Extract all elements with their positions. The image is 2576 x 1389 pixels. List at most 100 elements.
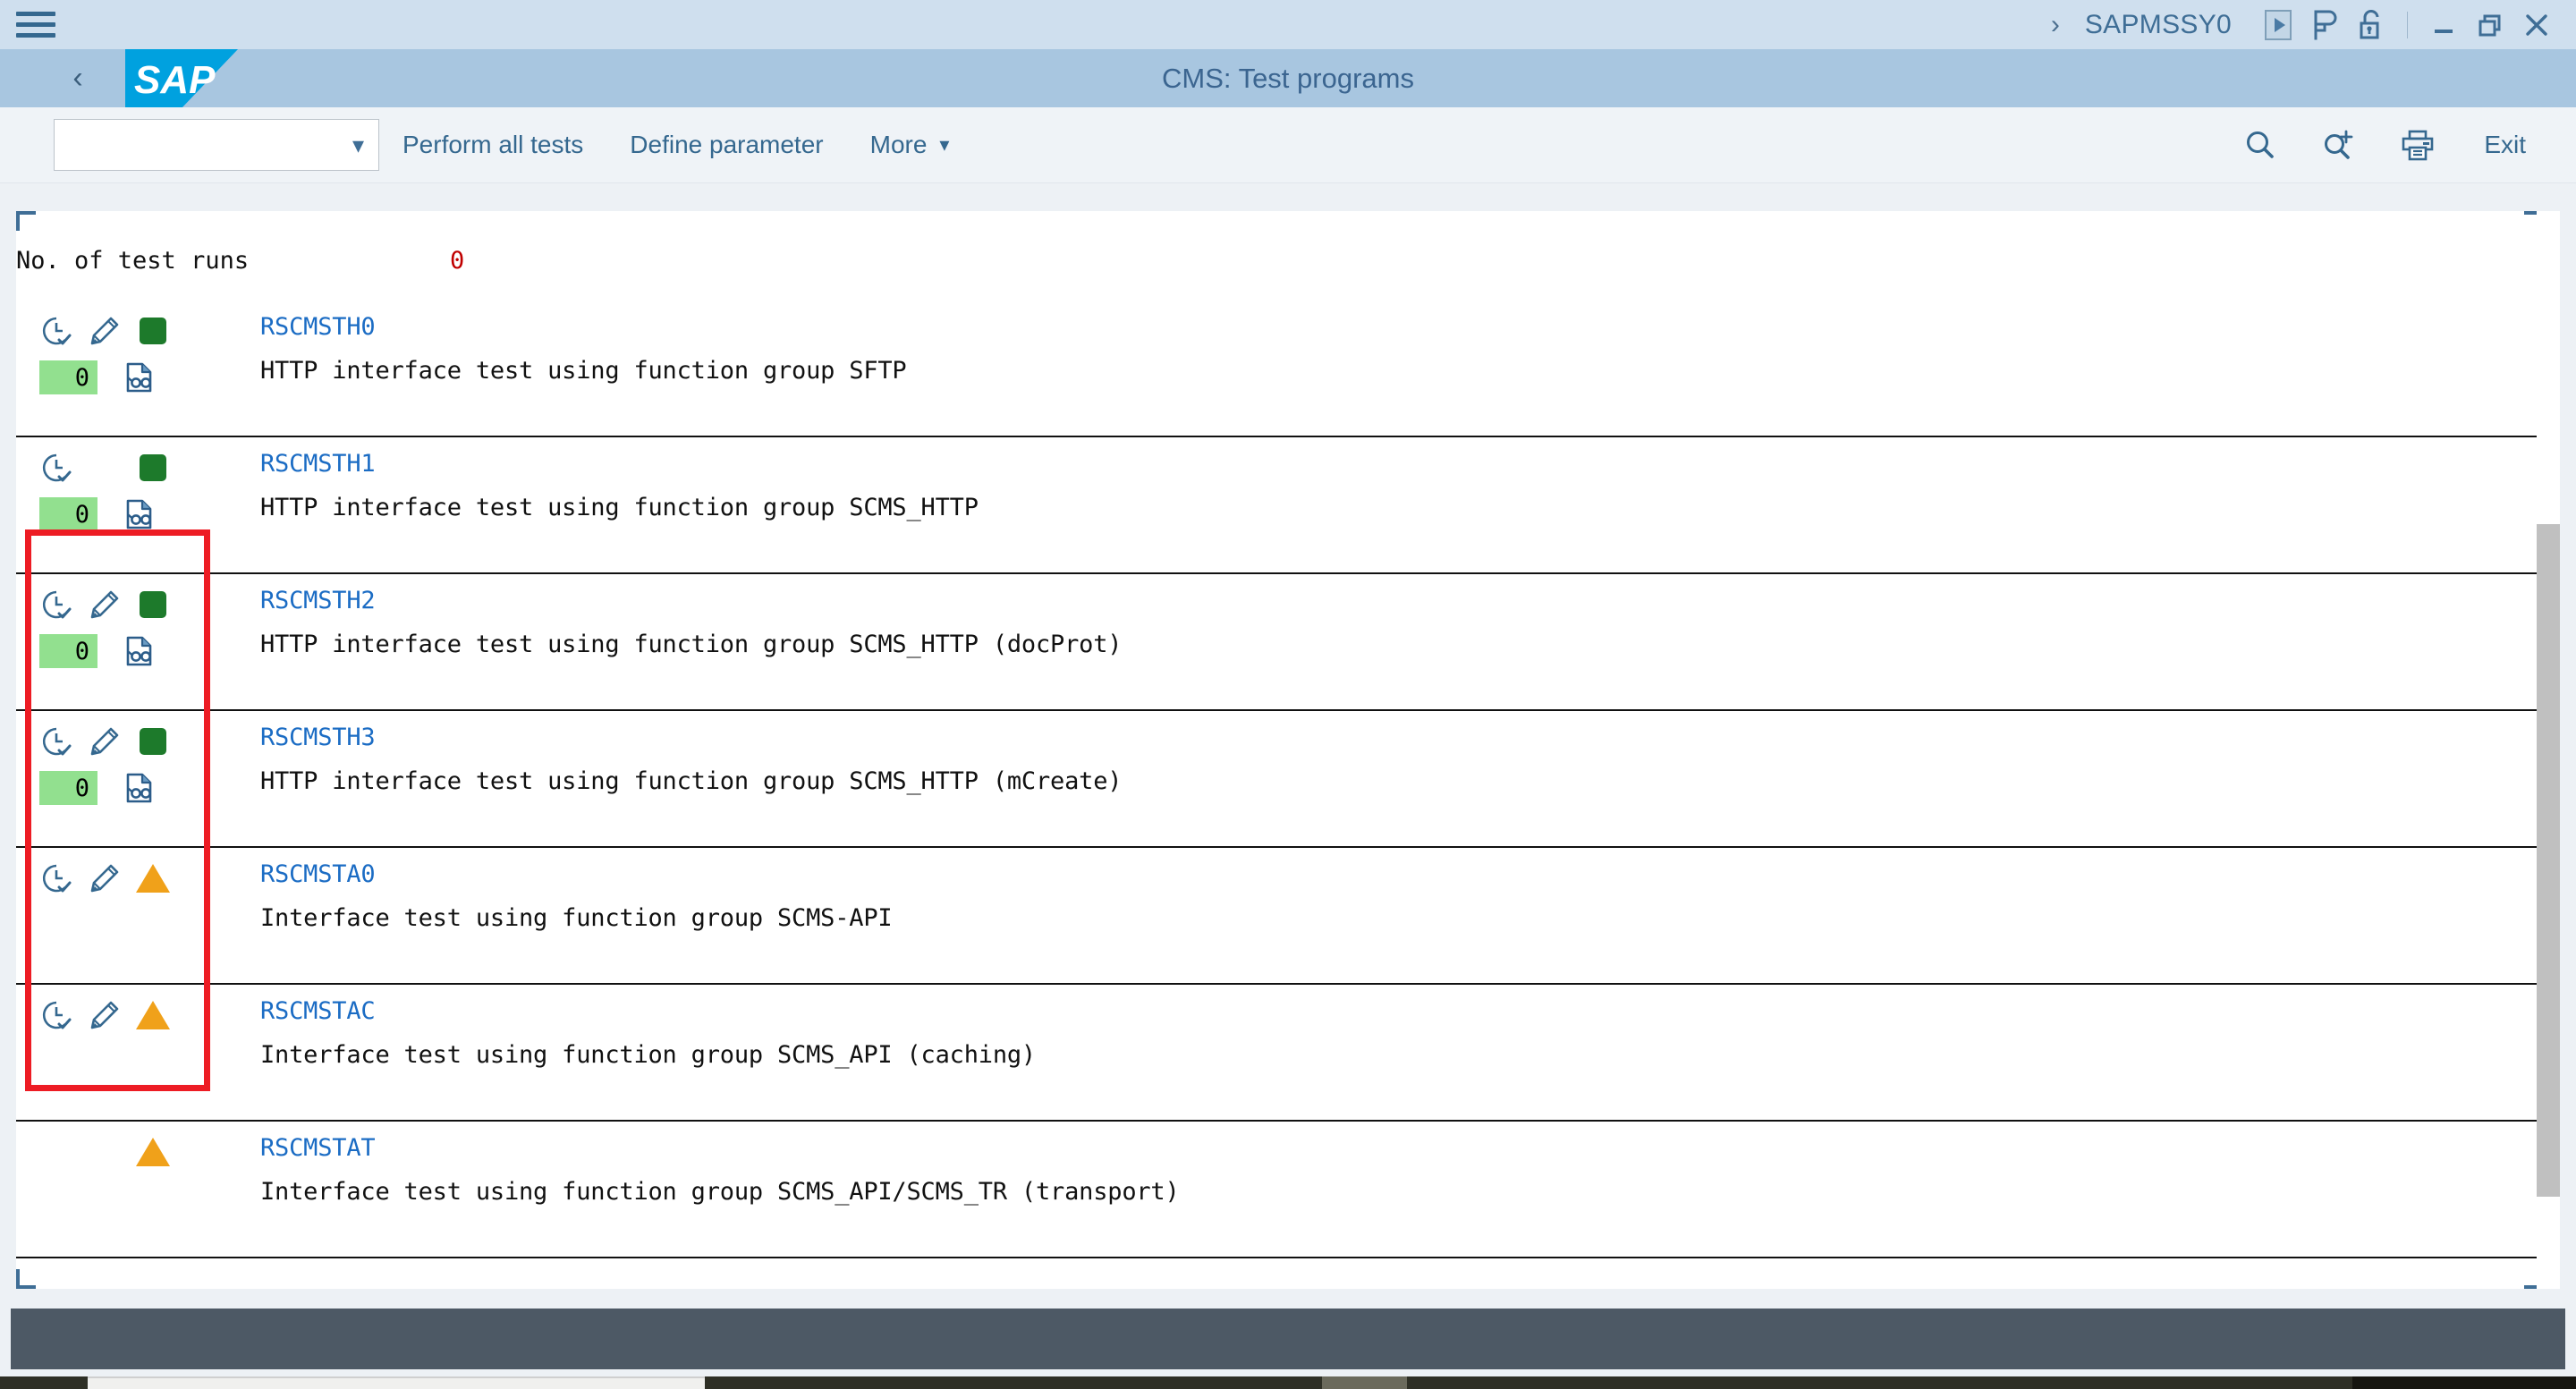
test-programs-content: No. of test runs 0 0RSCMSTH0HTTP interfa… xyxy=(16,211,2544,1289)
status-indicator xyxy=(136,864,170,893)
table-row[interactable]: 0 RSCMSTH0HTTP interface test using funct… xyxy=(16,301,2544,437)
pencil-edit-icon xyxy=(80,1131,129,1173)
taskbar-segment[interactable] xyxy=(1322,1376,1407,1389)
vertical-scrollbar[interactable] xyxy=(2537,211,2560,1289)
exit-button[interactable]: Exit xyxy=(2459,131,2546,159)
table-row[interactable]: RSCMSTA0 Interface test using function gr… xyxy=(16,848,2544,985)
row-text-column: RSCMSTH1 HTTP interface test using functi… xyxy=(204,445,2544,572)
row-icon-line-bottom: 0 xyxy=(32,354,204,401)
row-icon-column xyxy=(16,992,204,1120)
perform-all-tests-button[interactable]: Perform all tests xyxy=(379,118,606,172)
pencil-edit-icon[interactable] xyxy=(80,309,129,352)
taskbar-segment[interactable] xyxy=(2352,1376,2576,1389)
document-review-icon[interactable] xyxy=(108,356,171,399)
define-parameter-button[interactable]: Define parameter xyxy=(606,118,846,172)
unlock-icon[interactable] xyxy=(2348,5,2394,45)
test-runs-summary: No. of test runs 0 xyxy=(16,229,2544,292)
run-count-badge: 0 xyxy=(39,360,97,394)
more-label: More xyxy=(870,131,928,159)
document-review-icon[interactable] xyxy=(108,766,171,809)
row-icon-line-bottom xyxy=(32,902,204,948)
row-icon-line-bottom: 0 xyxy=(32,628,204,674)
program-name-link[interactable]: RSCMSTAC xyxy=(260,997,2544,1025)
taskbar-segment[interactable] xyxy=(0,1376,88,1389)
clock-check-icon[interactable] xyxy=(32,720,80,763)
row-text-column: RSCMSTH2 HTTP interface test using functi… xyxy=(204,581,2544,709)
row-text-column: RSCMSTH0HTTP interface test using functi… xyxy=(204,308,2544,436)
pencil-edit-icon[interactable] xyxy=(80,857,129,900)
row-text-column: RSCMSTATInterface test using function gr… xyxy=(204,1129,2544,1257)
program-name-link[interactable]: RSCMSTH0 xyxy=(260,313,2544,341)
program-description: HTTP interface test using function group… xyxy=(260,631,2544,658)
run-count-badge: 0 xyxy=(39,634,97,668)
page-header-bar: ‹ SAP CMS: Test programs xyxy=(0,49,2576,107)
table-row[interactable]: 0RSCMSTH3HTTP interface test using funct… xyxy=(16,711,2544,848)
table-row[interactable]: 0 RSCMSTH1 HTTP interface test using funct… xyxy=(16,437,2544,574)
close-icon[interactable] xyxy=(2513,5,2560,45)
sap-logo: SAP xyxy=(125,49,238,108)
back-button[interactable]: ‹ xyxy=(47,49,109,107)
status-indicator xyxy=(140,318,166,344)
test-runs-label: No. of test runs xyxy=(16,247,249,275)
taskbar-segment[interactable] xyxy=(705,1376,1322,1389)
row-icon-line-bottom xyxy=(32,1038,204,1085)
pencil-edit-icon[interactable] xyxy=(80,720,129,763)
status-square-green-icon xyxy=(129,309,177,352)
restore-icon[interactable] xyxy=(2467,5,2513,45)
row-icon-line-top xyxy=(32,308,204,354)
run-count-badge: 0 xyxy=(39,771,97,805)
taskbar-active-window[interactable] xyxy=(88,1376,705,1389)
document-review-icon[interactable] xyxy=(108,493,171,536)
row-icon-column xyxy=(16,855,204,983)
clock-check-icon[interactable] xyxy=(32,857,80,900)
svg-text:SAP: SAP xyxy=(134,58,216,102)
program-name-link[interactable]: RSCMSTAT xyxy=(260,1134,2544,1162)
content-corner-marker xyxy=(16,211,36,231)
status-triangle-warning-icon xyxy=(129,1131,177,1173)
table-row[interactable]: 0 RSCMSTH2 HTTP interface test using funct… xyxy=(16,574,2544,711)
row-icon-line-top xyxy=(32,855,204,902)
play-button-icon[interactable] xyxy=(2255,5,2301,45)
more-menu-button[interactable]: More ▾ xyxy=(847,118,973,172)
shell-divider xyxy=(2407,12,2408,38)
search-icon[interactable] xyxy=(2223,118,2298,172)
variant-select[interactable]: ▾ xyxy=(54,119,379,171)
status-indicator xyxy=(136,1138,170,1166)
clock-check-icon[interactable] xyxy=(32,446,80,489)
shell-title-bar: › SAPMSSY0 xyxy=(0,0,2576,49)
minimize-icon[interactable] xyxy=(2420,5,2467,45)
pencil-edit-icon[interactable] xyxy=(80,583,129,626)
program-description: HTTP interface test using function group… xyxy=(260,494,2544,521)
clock-check-icon[interactable] xyxy=(32,583,80,626)
program-name-link[interactable]: RSCMSTH3 xyxy=(260,724,2544,751)
row-icon-line-bottom: 0 xyxy=(32,491,204,538)
search-plus-icon[interactable] xyxy=(2301,118,2377,172)
row-icon-line-top xyxy=(32,581,204,628)
program-description: Interface test using function group SCMS… xyxy=(260,904,2544,932)
row-icon-column: 0 xyxy=(16,718,204,846)
document-review-icon[interactable] xyxy=(108,630,171,673)
row-icon-line-bottom: 0 xyxy=(32,765,204,811)
os-taskbar[interactable] xyxy=(0,1376,2576,1389)
footer-gap-lower xyxy=(0,1369,2576,1376)
taskbar-segment[interactable] xyxy=(1407,1376,2352,1389)
pin-icon[interactable] xyxy=(2301,5,2348,45)
status-indicator xyxy=(140,591,166,618)
chevron-right-icon[interactable]: › xyxy=(2042,12,2085,38)
pencil-edit-icon[interactable] xyxy=(80,994,129,1037)
print-icon[interactable] xyxy=(2380,118,2455,172)
hamburger-bar xyxy=(16,12,55,16)
table-row[interactable]: RSCMSTACInterface test using function gr… xyxy=(16,985,2544,1122)
clock-check-icon[interactable] xyxy=(32,309,80,352)
program-name-link[interactable]: RSCMSTH2 xyxy=(260,587,2544,614)
table-row[interactable]: RSCMSTATInterface test using function gr… xyxy=(16,1122,2544,1258)
program-name-link[interactable]: RSCMSTA0 xyxy=(260,860,2544,888)
clock-check-icon[interactable] xyxy=(32,994,80,1037)
row-icon-line-bottom xyxy=(32,1175,204,1222)
scrollbar-thumb[interactable] xyxy=(2537,524,2560,1197)
hamburger-menu-icon[interactable] xyxy=(16,10,55,40)
program-name-link[interactable]: RSCMSTH1 xyxy=(260,450,2544,478)
row-icon-column xyxy=(16,1129,204,1257)
pencil-edit-icon xyxy=(80,446,129,489)
toolbar-right-group: Exit xyxy=(2223,118,2576,172)
